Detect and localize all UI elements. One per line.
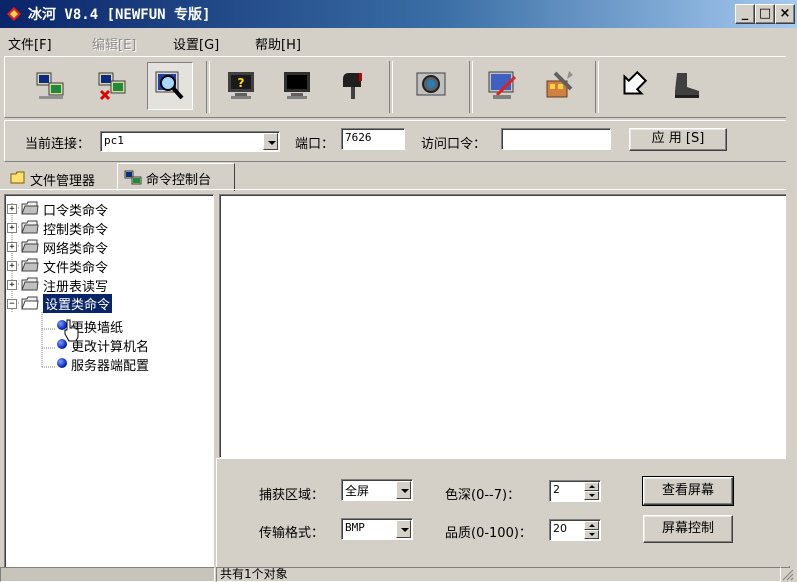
mailbox-button[interactable]	[331, 62, 375, 108]
mailbox-icon	[343, 73, 362, 99]
chevron-down-icon[interactable]	[263, 133, 278, 150]
tree-node-file-commands[interactable]: + 文件类命令	[5, 256, 205, 276]
folder-icon	[21, 201, 39, 215]
folder-icon	[21, 277, 39, 291]
expand-icon[interactable]: +	[7, 280, 17, 290]
computers-icon	[124, 170, 142, 185]
spin-up-icon[interactable]	[584, 521, 599, 530]
tab-command-console[interactable]: 命令控制台	[117, 163, 235, 191]
toolbar-separator	[595, 61, 599, 113]
folder-icon	[21, 239, 39, 253]
hand-cursor-icon	[64, 319, 79, 342]
spin-up-icon[interactable]	[584, 482, 599, 491]
chevron-down-icon[interactable]	[396, 481, 411, 499]
tree-node-network-commands[interactable]: + 网络类命令	[5, 237, 205, 257]
view-screen-button[interactable]: 查看屏幕	[642, 476, 734, 506]
capture-area-label: 捕获区域：	[259, 488, 325, 503]
output-pane[interactable]	[219, 194, 787, 458]
menu-bar: 文件[F] 编辑[E] 设置[G] 帮助[H]	[0, 30, 797, 54]
expand-icon[interactable]: +	[7, 204, 17, 214]
connection-bar: 当前连接： pc1 端口： 7626 访问口令： 应 用 [S]	[4, 120, 794, 162]
help-monitor-button[interactable]: ?	[219, 62, 263, 108]
tools-button[interactable]	[537, 62, 581, 108]
spin-down-icon[interactable]	[584, 530, 599, 539]
search-host-icon	[155, 71, 184, 100]
quality-label: 品质(0-100)：	[445, 526, 532, 541]
resize-grip-icon[interactable]	[780, 567, 794, 581]
status-bar: 共有1个对象	[0, 567, 797, 582]
tab-divider	[0, 189, 797, 190]
add-host-icon	[36, 72, 64, 99]
exit-arrow-button[interactable]	[611, 62, 655, 108]
tab-file-manager[interactable]: 文件管理器	[6, 166, 112, 190]
current-connection-label: 当前连接：	[25, 137, 91, 152]
toolbar-separator	[206, 61, 210, 113]
expand-icon[interactable]: +	[7, 261, 17, 271]
menu-settings[interactable]: 设置[G]	[173, 34, 219, 53]
current-connection-select[interactable]: pc1	[100, 131, 280, 152]
exit-arrow-icon	[623, 70, 648, 95]
chevron-down-icon[interactable]	[396, 520, 411, 538]
password-input[interactable]	[501, 128, 611, 150]
toolbar-separator	[389, 61, 393, 113]
command-bullet-icon	[57, 358, 67, 368]
transfer-format-select[interactable]: BMP	[341, 518, 413, 540]
port-label: 端口：	[295, 137, 335, 152]
add-host-button[interactable]	[29, 62, 73, 108]
svg-text:?: ?	[238, 76, 245, 90]
tree-node-control-commands[interactable]: + 控制类命令	[5, 218, 205, 238]
screen-monitor-icon	[284, 72, 310, 99]
apply-button[interactable]: 应 用 [S]	[629, 128, 727, 151]
menu-edit[interactable]: 编辑[E]	[92, 34, 136, 53]
toolbar-separator	[469, 61, 473, 113]
screen-edit-icon	[488, 71, 517, 99]
expand-icon[interactable]: +	[7, 223, 17, 233]
transfer-format-label: 传输格式：	[259, 526, 325, 541]
ice-river-app-icon	[7, 7, 21, 21]
tools-icon	[546, 71, 573, 98]
folder-icon	[21, 258, 39, 272]
window-title: 冰河 V8.4 [NEWFUN 专版]	[28, 7, 211, 23]
color-depth-spinner[interactable]: 2	[549, 480, 601, 502]
tab-bar: 文件管理器 命令控制台	[0, 162, 797, 191]
restore-button[interactable]: □	[755, 4, 775, 24]
screen-control-button[interactable]: 屏幕控制	[643, 515, 733, 543]
collapse-icon[interactable]: −	[7, 299, 17, 309]
color-depth-label: 色深(0--7)：	[445, 488, 521, 503]
delete-host-button[interactable]	[91, 62, 135, 108]
status-cell-left	[0, 567, 215, 582]
spin-down-icon[interactable]	[584, 491, 599, 500]
quality-spinner[interactable]: 20	[549, 519, 601, 541]
screen-control-panel: 捕获区域： 全屏 传输格式： BMP 色深(0--7)： 2 品质(0-100)…	[216, 458, 790, 568]
camera-icon	[416, 72, 446, 96]
tree-node-password-commands[interactable]: + 口令类命令	[5, 199, 205, 219]
capture-area-select[interactable]: 全屏	[341, 479, 413, 501]
search-host-button[interactable]	[147, 62, 193, 110]
expand-icon[interactable]: +	[7, 242, 17, 252]
open-folder-icon	[21, 296, 39, 310]
tree-node-settings-commands[interactable]: − 设置类命令	[5, 294, 205, 313]
tree-node-registry[interactable]: + 注册表读写	[5, 275, 205, 295]
tree-leaf-server-config[interactable]: 服务器端配置	[55, 354, 205, 374]
screen-edit-button[interactable]	[481, 62, 525, 108]
camera-button[interactable]	[409, 62, 453, 108]
window-edge	[786, 30, 797, 566]
close-button[interactable]: ×	[775, 4, 795, 24]
menu-file[interactable]: 文件[F]	[8, 34, 52, 53]
minimize-button[interactable]: _	[735, 4, 755, 24]
toolbar: ?	[4, 56, 794, 118]
port-input[interactable]: 7626	[341, 128, 405, 150]
folder-icon	[10, 171, 25, 184]
boot-button[interactable]	[665, 62, 709, 108]
screen-monitor-button[interactable]	[275, 62, 319, 108]
status-text: 共有1个对象	[216, 567, 781, 582]
boot-icon	[675, 73, 699, 98]
folder-icon	[21, 220, 39, 234]
command-tree[interactable]: + 口令类命令 + 控制类命令 + 网络类命令 + 文件类命令 + 注册表读写 …	[4, 194, 214, 568]
menu-help[interactable]: 帮助[H]	[255, 34, 301, 53]
password-label: 访问口令：	[421, 137, 487, 152]
help-monitor-icon: ?	[228, 72, 254, 99]
delete-host-icon	[98, 72, 126, 101]
title-bar[interactable]: 冰河 V8.4 [NEWFUN 专版] _ □ ×	[0, 0, 797, 28]
